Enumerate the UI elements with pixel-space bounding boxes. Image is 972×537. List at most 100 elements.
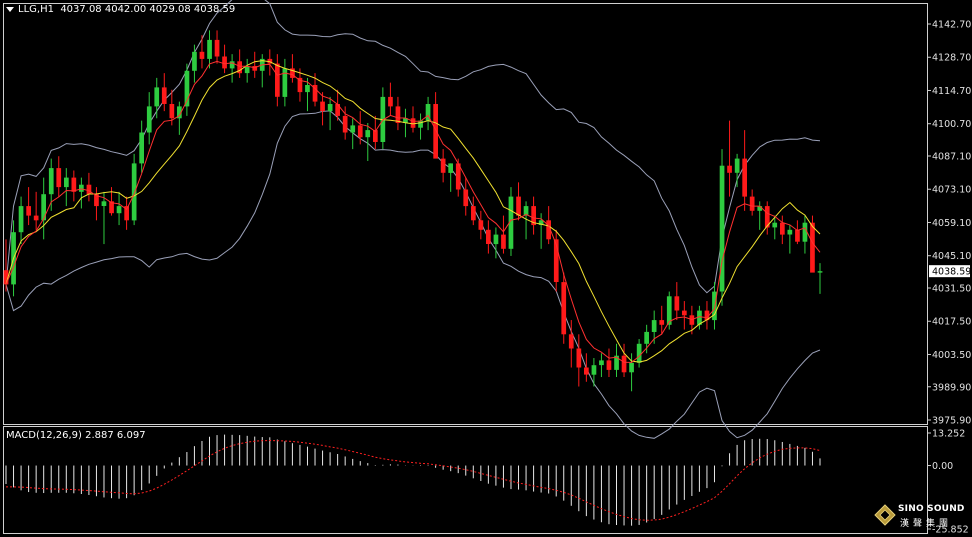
candle-body: [229, 61, 235, 69]
candle-body: [342, 115, 348, 133]
chart-window: 4142.70 4128.70 4114.70 4100.70 4087.10 4073.…: [0, 0, 972, 537]
candle-body: [365, 130, 371, 138]
price-tick-label: 4059.10: [932, 218, 971, 229]
candle-body: [33, 215, 39, 221]
diamond-logo-icon: [874, 504, 896, 526]
candle-body: [71, 177, 77, 192]
candle-body: [463, 189, 469, 207]
candle-body: [139, 132, 144, 164]
price-tick-label: 4017.50: [932, 317, 971, 328]
candle-body: [357, 125, 363, 138]
candle-body: [742, 158, 747, 197]
candle-body: [79, 184, 84, 192]
candle-body: [448, 163, 453, 173]
candle-body: [501, 234, 506, 249]
logo-text-cn: 漢聲集團: [900, 519, 953, 529]
candle-body: [478, 220, 484, 230]
price-tick-label: 4087.10: [932, 152, 971, 163]
candle-body: [568, 334, 574, 349]
candle-body: [26, 206, 31, 216]
candle-body: [350, 125, 356, 133]
candle-body: [576, 348, 582, 368]
candle-body: [787, 229, 793, 235]
price-tick-label: 4073.10: [932, 185, 971, 196]
bollinger-lower-line: [5, 110, 821, 439]
candle-body: [674, 296, 680, 311]
candle-body: [682, 310, 687, 316]
candle-body: [146, 106, 152, 133]
candle-body: [388, 96, 393, 107]
candle-body: [471, 206, 476, 221]
candle-body: [749, 196, 755, 211]
price-tick-label: 3975.90: [932, 416, 971, 427]
candle-body: [207, 39, 212, 59]
macd-header: MACD(12,26,9) 2.887 6.097: [6, 430, 146, 441]
candle-body: [161, 87, 167, 104]
ohlc-readout: 4037.08 4042.00 4029.08 4038.59: [60, 4, 236, 15]
macd-signal-line: [6, 439, 821, 521]
macd-tick-label: 0.00: [932, 461, 953, 472]
candle-body: [410, 118, 416, 128]
price-tick-label: 4100.70: [932, 119, 971, 130]
candle-body: [41, 194, 46, 221]
candle-body: [591, 365, 597, 375]
price-tick-label: 4003.50: [932, 350, 971, 361]
candle-body: [116, 206, 122, 214]
candle-body: [772, 222, 778, 228]
candle-body: [305, 85, 310, 93]
candle-body: [584, 367, 589, 375]
candle-body: [651, 320, 657, 332]
symbol-label: LLG,H1: [18, 4, 54, 15]
candle-body: [101, 201, 107, 206]
candle-body: [440, 158, 446, 173]
candle-body: [795, 229, 800, 242]
price-tick-label: 4045.10: [932, 251, 971, 262]
candle-body: [418, 120, 423, 128]
bollinger-upper-line: [5, 0, 821, 294]
candle-body: [516, 196, 521, 216]
candle-body: [327, 104, 333, 112]
candle-body: [395, 106, 401, 123]
price-tick-label: 4031.50: [932, 284, 971, 295]
candle-body: [606, 360, 612, 370]
candle-body: [810, 222, 815, 273]
candle-body: [56, 168, 62, 188]
candle-body: [734, 158, 740, 173]
candle-body: [644, 331, 649, 344]
candle-body: [659, 320, 665, 325]
candle-body: [64, 177, 69, 188]
candle-body: [214, 39, 220, 57]
chart-canvas[interactable]: 4142.70 4128.70 4114.70 4100.70 4087.10 4073.…: [0, 0, 972, 537]
candle-body: [817, 271, 823, 273]
logo-text: SINO SOUND: [898, 504, 965, 514]
candle-body: [780, 222, 785, 235]
candle-body: [48, 168, 54, 195]
candle-body: [493, 234, 499, 245]
candle-body: [621, 355, 627, 373]
price-tick-label: 3989.90: [932, 382, 971, 393]
candle-body: [199, 51, 205, 59]
candle-body: [154, 87, 160, 107]
price-tick-label: 4142.70: [932, 20, 971, 31]
brand-logo: SINO SOUND 漢聲集團: [874, 500, 966, 534]
candle-body: [561, 282, 567, 335]
last-price-label: 4038.59: [932, 267, 971, 278]
candle-body: [18, 206, 24, 233]
candle-body: [275, 63, 280, 97]
dropdown-triangle-icon[interactable]: [6, 6, 14, 12]
candle-body: [320, 101, 325, 112]
candle-body: [629, 362, 634, 373]
price-tick-label: 4114.70: [932, 86, 971, 97]
candle-body: [222, 56, 227, 69]
price-tick-label: 4128.70: [932, 53, 971, 64]
symbol-header: LLG,H1 4037.08 4042.00 4029.08 4038.59: [6, 4, 235, 15]
candle-body: [486, 229, 491, 244]
candle-body: [599, 360, 604, 366]
macd-tick-label: 13.252: [932, 429, 965, 440]
candle-body: [636, 343, 642, 363]
candle-body: [727, 165, 732, 173]
candle-body: [169, 104, 175, 119]
candle-body: [192, 51, 197, 71]
candle-body: [433, 104, 438, 159]
candle-body: [131, 163, 137, 221]
